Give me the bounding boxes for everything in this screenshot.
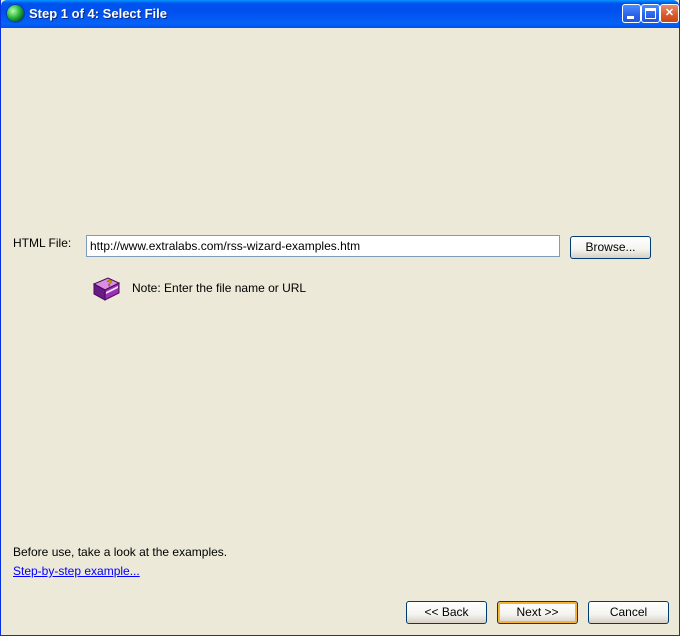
back-button[interactable]: << Back	[406, 601, 487, 624]
title-bar[interactable]: Step 1 of 4: Select File ✕	[1, 0, 679, 28]
step-by-step-example-link[interactable]: Step-by-step example...	[13, 564, 140, 578]
next-button[interactable]: Next >>	[497, 601, 578, 624]
help-book-icon: ?	[92, 277, 121, 301]
minimize-icon	[627, 16, 634, 19]
maximize-button[interactable]	[641, 4, 660, 23]
close-icon: ✕	[664, 7, 675, 19]
html-file-label: HTML File:	[13, 236, 72, 250]
minimize-button[interactable]	[622, 4, 641, 23]
cancel-button[interactable]: Cancel	[588, 601, 669, 624]
svg-text:?: ?	[107, 279, 112, 288]
examples-hint: Before use, take a look at the examples.	[13, 545, 228, 559]
browse-button[interactable]: Browse...	[570, 236, 651, 259]
html-file-input[interactable]	[86, 235, 560, 257]
maximize-icon	[645, 8, 656, 19]
wizard-window: Step 1 of 4: Select File ✕ HTML File: Br…	[0, 0, 680, 636]
note-text: Note: Enter the file name or URL	[132, 281, 307, 295]
globe-icon	[7, 5, 24, 22]
close-button[interactable]: ✕	[660, 4, 679, 23]
window-title: Step 1 of 4: Select File	[29, 6, 167, 21]
